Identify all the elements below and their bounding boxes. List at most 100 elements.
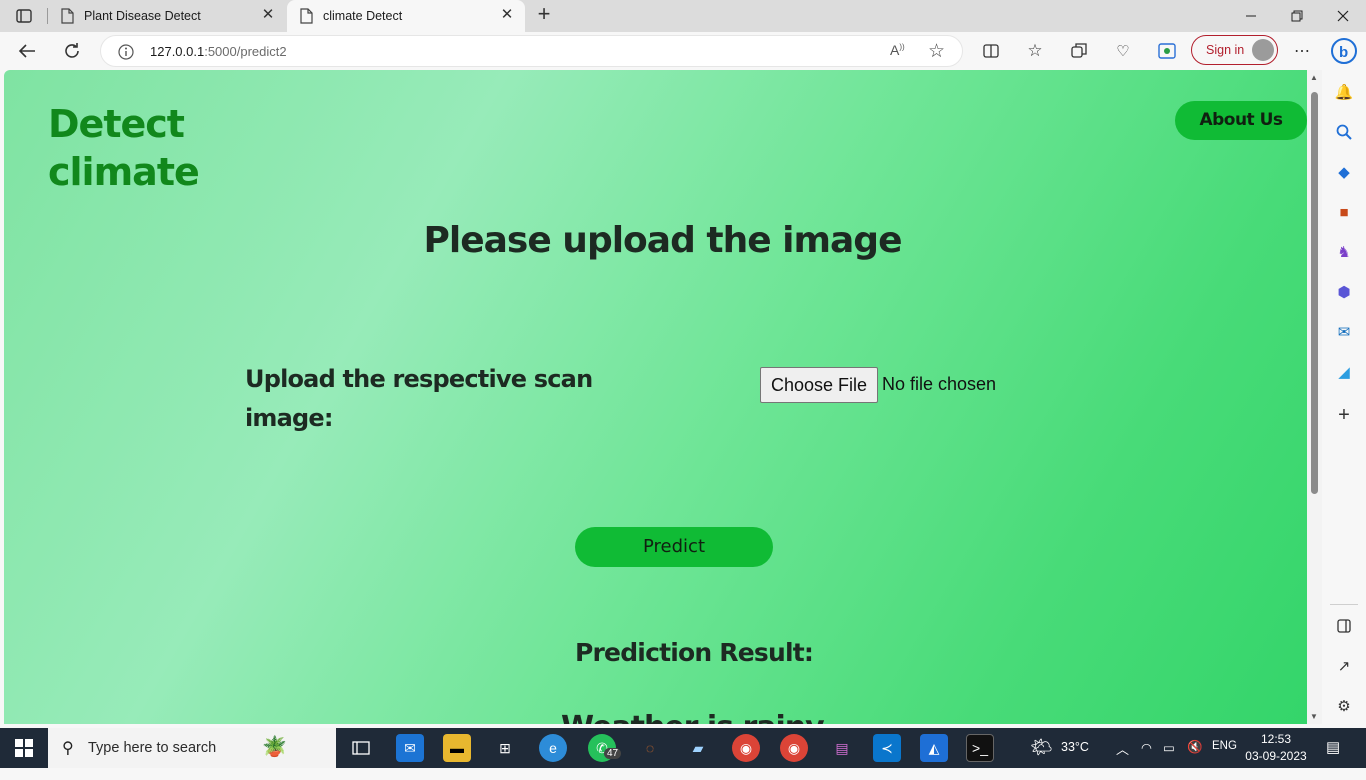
page-scrollbar[interactable]: ▲ ▼: [1307, 70, 1322, 724]
bing-copilot-button[interactable]: b: [1330, 36, 1358, 66]
about-us-button[interactable]: About Us: [1175, 101, 1307, 140]
language-indicator[interactable]: ENG: [1212, 740, 1237, 780]
favorite-star-icon[interactable]: ☆: [928, 40, 945, 63]
notepad-icon[interactable]: ▰: [684, 734, 712, 762]
settings-more-button[interactable]: ⋯: [1289, 39, 1315, 63]
minimize-button[interactable]: [1228, 0, 1274, 32]
edge-icon[interactable]: e: [539, 734, 567, 762]
performance-button[interactable]: ♡: [1110, 39, 1136, 63]
new-tab-button[interactable]: +: [533, 3, 555, 26]
close-window-button[interactable]: [1320, 0, 1366, 32]
restore-icon: [1291, 10, 1303, 22]
tab-climate-detect[interactable]: climate Detect ✕: [287, 0, 525, 32]
chrome-icon[interactable]: ◉: [780, 734, 808, 762]
search-icon: ⚲: [62, 740, 74, 757]
windows-logo-icon: [15, 739, 33, 757]
address-bar[interactable]: 127.0.0.1:5000/predict2 A)) ☆: [100, 35, 963, 67]
site-info-icon[interactable]: [118, 44, 134, 60]
bing-icon: b: [1331, 38, 1357, 64]
search-icon[interactable]: [1333, 121, 1355, 143]
choose-file-button[interactable]: Choose File: [760, 367, 878, 403]
scrollbar-thumb[interactable]: [1311, 92, 1318, 494]
heartbeat-icon: ♡: [1116, 43, 1130, 60]
clock-time: 12:53: [1260, 732, 1292, 746]
edge-sidebar: 🔔 ◆ ■ ♞ ⬢ ✉ ◢ + ↗ ⚙: [1322, 70, 1366, 728]
microsoft-365-icon[interactable]: ⬢: [1333, 281, 1355, 303]
add-sidebar-app-icon[interactable]: +: [1333, 404, 1355, 426]
tools-icon[interactable]: ■: [1333, 201, 1355, 223]
browser-essentials-icon: [1158, 43, 1176, 59]
jupyter-icon[interactable]: ◌: [636, 734, 664, 762]
task-view-icon[interactable]: [347, 734, 375, 762]
read-aloud-icon[interactable]: A)): [890, 42, 905, 58]
refresh-button[interactable]: [59, 39, 85, 63]
edge-bar-button[interactable]: [1154, 39, 1180, 63]
tab-close-icon[interactable]: ✕: [499, 7, 515, 23]
url-path: :5000/predict2: [204, 44, 287, 59]
chrome-profile-icon[interactable]: ◉: [732, 734, 760, 762]
weather-sun-icon: 🌤: [1030, 737, 1053, 757]
external-link-icon[interactable]: ↗: [1333, 655, 1355, 677]
games-icon[interactable]: ♞: [1333, 241, 1355, 263]
outlook-icon[interactable]: ✉: [1333, 321, 1355, 343]
battery-icon[interactable]: ▭: [1163, 740, 1175, 780]
taskbar-clock[interactable]: 12:53 03-09-2023: [1236, 731, 1316, 765]
page-heading: Please upload the image: [423, 220, 903, 261]
avatar: [1252, 39, 1274, 61]
file-status-text: No file chosen: [882, 374, 997, 394]
favorites-icon: ☆: [1027, 41, 1043, 60]
tab-actions-icon: [16, 9, 32, 23]
url-text: 127.0.0.1:5000/predict2: [150, 44, 287, 59]
collections-icon: [1071, 43, 1087, 58]
clock-date: 03-09-2023: [1245, 749, 1307, 763]
svg-text:b: b: [1339, 44, 1348, 61]
favorites-button[interactable]: ☆: [1022, 39, 1048, 63]
sidebar-settings-gear-icon[interactable]: ⚙: [1333, 695, 1355, 717]
page-icon: [61, 8, 74, 24]
restore-button[interactable]: [1274, 0, 1320, 32]
prediction-result-text: Weather is rainy: [561, 710, 825, 724]
vscode-icon[interactable]: ≺: [873, 734, 901, 762]
search-highlight-icon: 🪴: [262, 736, 287, 758]
scroll-down-arrow-icon[interactable]: ▼: [1310, 712, 1318, 721]
tab-actions-button[interactable]: [8, 5, 40, 27]
browser-toolbar: 127.0.0.1:5000/predict2 A)) ☆ ☆ ♡ Sign i…: [0, 32, 1366, 70]
paint-icon[interactable]: ◭: [920, 734, 948, 762]
tab-plant-disease[interactable]: Plant Disease Detect ✕: [48, 0, 286, 32]
notification-bell-icon[interactable]: 🔔: [1333, 81, 1355, 103]
page-icon: [300, 8, 313, 24]
drop-icon[interactable]: ◢: [1333, 361, 1355, 383]
predict-button[interactable]: Predict: [575, 527, 773, 567]
volume-muted-icon[interactable]: 🔇: [1187, 740, 1203, 780]
sign-in-label: Sign in: [1206, 43, 1245, 57]
refresh-icon: [65, 43, 79, 58]
search-placeholder: Type here to search: [88, 740, 217, 756]
more-icon: ⋯: [1294, 43, 1310, 60]
taskbar-search-box[interactable]: ⚲ Type here to search 🪴: [48, 728, 336, 768]
sign-in-button[interactable]: Sign in: [1191, 35, 1278, 65]
scroll-up-arrow-icon[interactable]: ▲: [1310, 73, 1318, 82]
tab-title: climate Detect: [323, 9, 403, 23]
sidebar-divider: [1330, 604, 1358, 605]
back-button[interactable]: [14, 39, 40, 63]
brand-logo-text[interactable]: Detect climate: [48, 100, 200, 196]
shopping-tag-icon[interactable]: ◆: [1333, 161, 1355, 183]
terminal-icon[interactable]: >_: [966, 734, 994, 762]
hide-sidebar-icon[interactable]: [1333, 615, 1355, 637]
split-screen-button[interactable]: [978, 39, 1004, 63]
notifications-icon[interactable]: ▤: [1326, 738, 1340, 778]
wifi-icon[interactable]: ◠: [1141, 740, 1152, 780]
collections-button[interactable]: [1066, 39, 1092, 63]
prediction-result-label: Prediction Result:: [575, 638, 814, 667]
file-explorer-icon[interactable]: ▬: [443, 734, 471, 762]
split-screen-icon: [983, 44, 999, 58]
start-button[interactable]: [0, 728, 48, 768]
tab-close-icon[interactable]: ✕: [260, 7, 276, 23]
tray-chevron-icon[interactable]: ︿: [1116, 739, 1129, 779]
microsoft-store-icon[interactable]: ⊞: [491, 734, 519, 762]
brand-line-1: Detect: [48, 102, 185, 146]
mail-icon[interactable]: ✉: [396, 734, 424, 762]
minimize-icon: [1246, 15, 1256, 17]
close-icon: [1337, 10, 1349, 22]
archive-icon[interactable]: ▤: [828, 734, 856, 762]
